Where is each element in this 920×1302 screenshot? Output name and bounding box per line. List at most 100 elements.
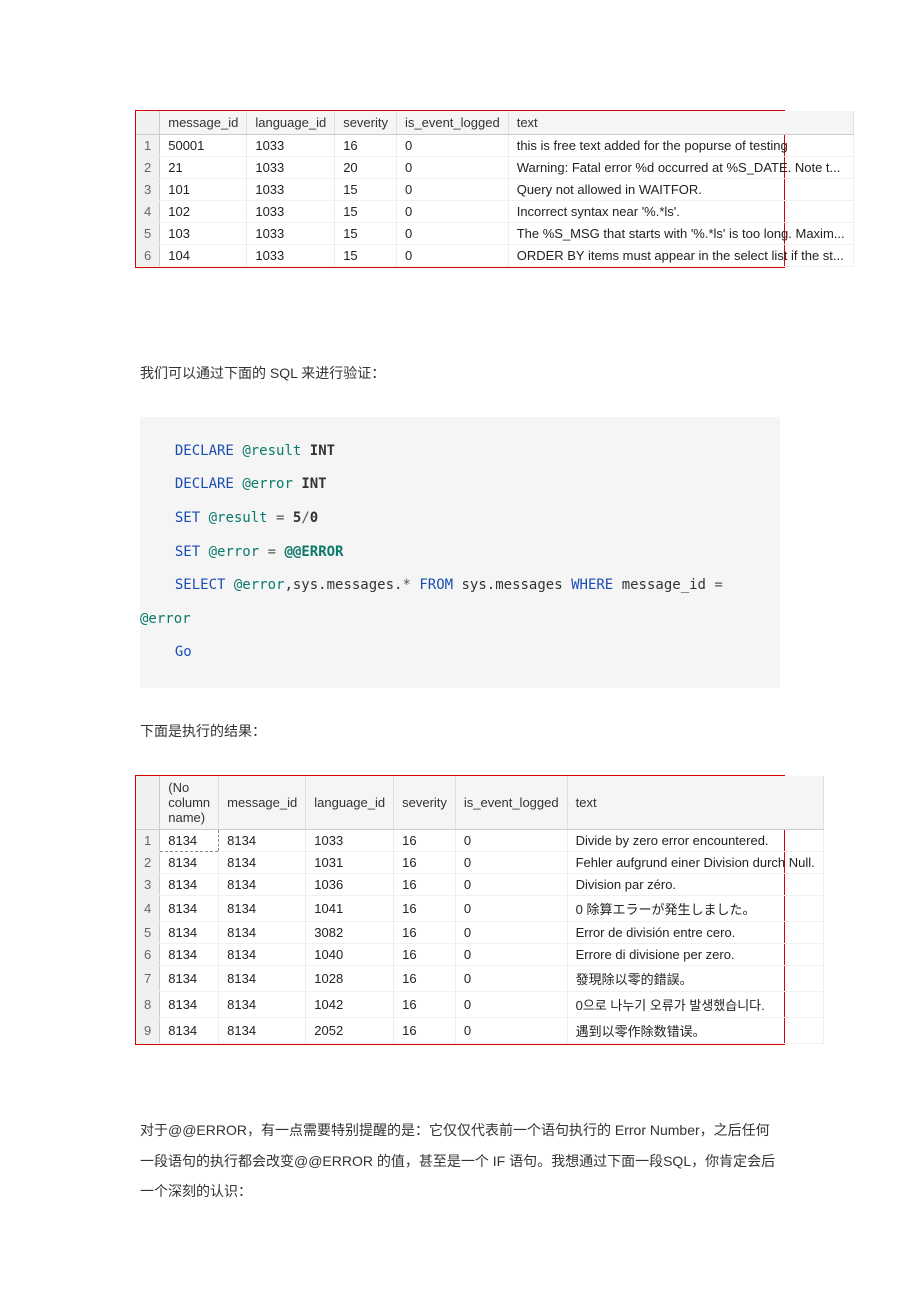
rownum: 3	[136, 179, 160, 201]
cell-severity: 15	[335, 201, 397, 223]
cell-language-id: 1033	[306, 829, 394, 851]
var-error: @error	[209, 544, 260, 560]
cell-message-id: 50001	[160, 135, 247, 157]
cell-language-id: 1031	[306, 851, 394, 873]
cell-message-id: 8134	[219, 873, 306, 895]
rownum: 6	[136, 245, 160, 267]
rownum: 2	[136, 851, 160, 873]
cell-text: Errore di divisione per zero.	[567, 943, 823, 965]
op-div: /	[301, 510, 309, 526]
rownum: 6	[136, 943, 160, 965]
cell-severity: 16	[394, 921, 456, 943]
cell-text: 發現除以零的錯誤。	[567, 965, 823, 991]
cell-severity: 16	[394, 851, 456, 873]
cell-message-id: 8134	[219, 921, 306, 943]
col-severity: severity	[335, 111, 397, 135]
kw-go: Go	[175, 644, 192, 660]
cell-message-id: 8134	[219, 991, 306, 1017]
rownum: 2	[136, 157, 160, 179]
table-row: 1500011033160this is free text added for…	[136, 135, 853, 157]
table-row: 88134813410421600으로 나누기 오류가 발생했습니다.	[136, 991, 823, 1017]
cell-text: Divide by zero error encountered.	[567, 829, 823, 851]
cell-is-event-logged: 0	[455, 1017, 567, 1043]
rownum: 7	[136, 965, 160, 991]
cell-language-id: 1028	[306, 965, 394, 991]
cell-severity: 16	[394, 873, 456, 895]
cell-is-event-logged: 0	[455, 829, 567, 851]
var-error: @error	[234, 577, 285, 593]
cell-severity: 15	[335, 245, 397, 267]
cell-is-event-logged: 0	[455, 921, 567, 943]
cell-severity: 16	[394, 943, 456, 965]
num-0: 0	[310, 510, 318, 526]
cell-text: ORDER BY items must appear in the select…	[508, 245, 853, 267]
cell-language-id: 1033	[247, 245, 335, 267]
table-row: 2813481341031160Fehler aufgrund einer Di…	[136, 851, 823, 873]
kw-declare: DECLARE	[175, 476, 234, 492]
kw-set: SET	[175, 544, 200, 560]
col-is-event-logged: is_event_logged	[397, 111, 509, 135]
cell-is-event-logged: 0	[455, 895, 567, 921]
cell-text: 遇到以零作除数错误。	[567, 1017, 823, 1043]
cell-text: Error de división entre cero.	[567, 921, 823, 943]
cell-severity: 16	[394, 965, 456, 991]
cell-is-event-logged: 0	[455, 873, 567, 895]
cell-severity: 16	[335, 135, 397, 157]
cell-severity: 16	[394, 991, 456, 1017]
rownum-header	[136, 776, 160, 830]
cell-message-id: 8134	[219, 829, 306, 851]
rownum: 9	[136, 1017, 160, 1043]
cell-severity: 15	[335, 223, 397, 245]
cell-text: Division par zéro.	[567, 873, 823, 895]
cell-language-id: 1036	[306, 873, 394, 895]
cell-message-id: 8134	[219, 965, 306, 991]
table-row: 51031033150The %S_MSG that starts with '…	[136, 223, 853, 245]
para-intro: 我们可以通过下面的 SQL 来进行验证：	[140, 358, 780, 389]
cell-is-event-logged: 0	[397, 245, 509, 267]
var-result: @result	[209, 510, 268, 526]
rownum: 4	[136, 895, 160, 921]
cell-text: this is free text added for the popurse …	[508, 135, 853, 157]
cell-language-id: 1033	[247, 157, 335, 179]
var-error: @error	[242, 476, 293, 492]
cell-is-event-logged: 0	[455, 965, 567, 991]
rownum: 5	[136, 223, 160, 245]
col-language-id: language_id	[247, 111, 335, 135]
table-row: 48134813410411600 除算エラーが発生しました。	[136, 895, 823, 921]
rownum-header	[136, 111, 160, 135]
para-result: 下面是执行的结果：	[140, 716, 780, 747]
kw-where: WHERE	[571, 577, 613, 593]
cell-nocol: 8134	[160, 921, 219, 943]
table-row: 1813481341033160Divide by zero error enc…	[136, 829, 823, 851]
rownum: 3	[136, 873, 160, 895]
cell-message-id: 103	[160, 223, 247, 245]
cell-language-id: 2052	[306, 1017, 394, 1043]
global-error: @@ERROR	[284, 544, 343, 560]
cell-is-event-logged: 0	[455, 943, 567, 965]
cell-language-id: 3082	[306, 921, 394, 943]
rownum: 8	[136, 991, 160, 1017]
cell-severity: 16	[394, 829, 456, 851]
cell-nocol: 8134	[160, 943, 219, 965]
op-eq: =	[714, 577, 722, 593]
col-is-event-logged: is_event_logged	[455, 776, 567, 830]
op-eq: =	[276, 510, 284, 526]
cell-text: Warning: Fatal error %d occurred at %S_D…	[508, 157, 853, 179]
rownum: 1	[136, 135, 160, 157]
rownum: 1	[136, 829, 160, 851]
cell-language-id: 1041	[306, 895, 394, 921]
table-row: 3813481341036160Division par zéro.	[136, 873, 823, 895]
cell-language-id: 1042	[306, 991, 394, 1017]
cell-nocol: 8134	[160, 991, 219, 1017]
cell-is-event-logged: 0	[397, 179, 509, 201]
tbl-sysmessages: sys.messages	[462, 577, 563, 593]
var-result: @result	[242, 443, 301, 459]
cell-is-event-logged: 0	[397, 201, 509, 223]
cell-is-event-logged: 0	[397, 157, 509, 179]
col-severity: severity	[394, 776, 456, 830]
op-eq: =	[268, 544, 276, 560]
cell-language-id: 1033	[247, 201, 335, 223]
col-language-id: language_id	[306, 776, 394, 830]
cell-is-event-logged: 0	[397, 223, 509, 245]
cell-message-id: 21	[160, 157, 247, 179]
